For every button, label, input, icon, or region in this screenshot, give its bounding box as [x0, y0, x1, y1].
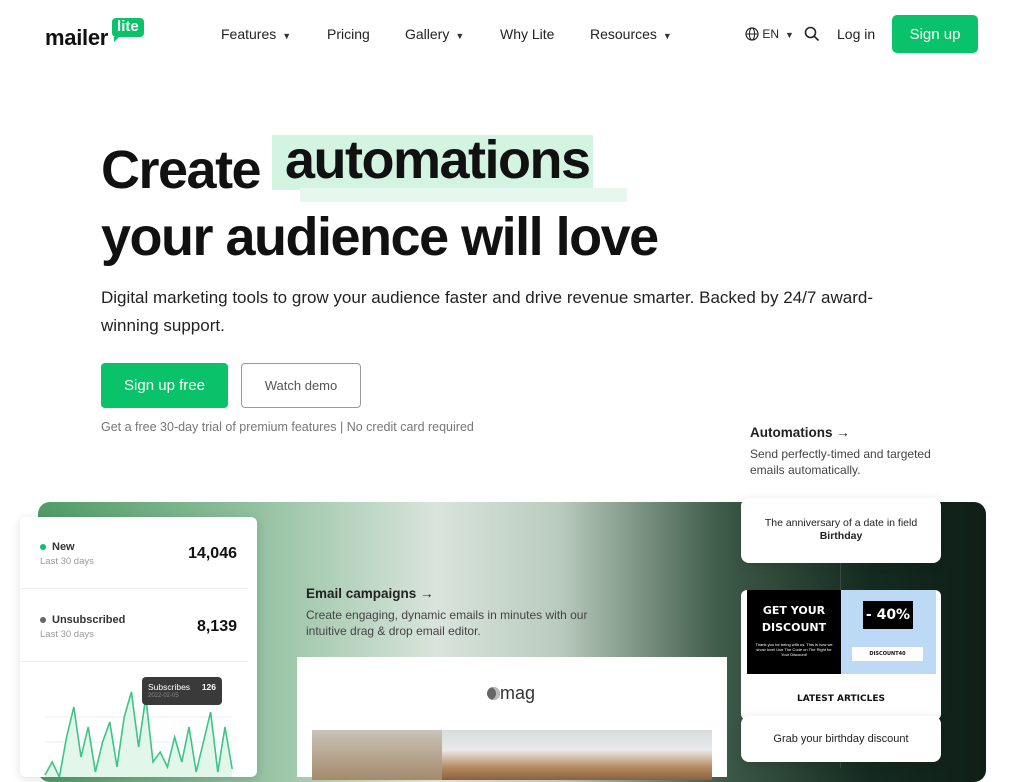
nav-label: Pricing — [327, 26, 370, 42]
language-label: EN — [762, 27, 780, 41]
stat-value: 8,139 — [196, 618, 237, 635]
automations-link[interactable]: Automations → — [750, 425, 850, 440]
hero-title-highlight: automations — [285, 130, 591, 190]
hero-subtitle: Digital marketing tools to grow your aud… — [101, 288, 874, 335]
email-body: Thank you for being with us. This is how… — [755, 642, 833, 657]
nav-label: Why Lite — [500, 26, 555, 42]
language-selector[interactable]: EN ▼ — [745, 27, 794, 41]
chevron-down-icon: ▼ — [662, 31, 672, 41]
stat-label: Unsubscribed — [52, 614, 126, 626]
chevron-down-icon: ▼ — [785, 30, 794, 40]
brand-text: mag — [500, 683, 536, 703]
signup-button[interactable]: Sign up — [892, 15, 978, 53]
discount-left: GET YOUR DISCOUNT Thank you for being wi… — [747, 590, 841, 674]
discount-value: - 40% — [863, 601, 913, 629]
action-card: Grab your birthday discount — [741, 716, 941, 762]
trial-note: Get a free 30-day trial of premium featu… — [101, 420, 474, 434]
email-heading: GET YOUR DISCOUNT — [761, 604, 827, 634]
nav-gallery[interactable]: Gallery ▼ — [405, 26, 464, 42]
logo-text: mailer — [45, 25, 109, 50]
trigger-card: The anniversary of a date in field Birthd… — [741, 498, 941, 563]
divider — [20, 588, 248, 589]
email-campaigns-desc: Create engaging, dynamic emails in minut… — [306, 608, 588, 638]
tooltip-date: 2022-02-05 — [148, 693, 179, 699]
logo-badge: lite — [112, 18, 144, 42]
nav-features[interactable]: Features ▼ — [221, 26, 291, 42]
stat-unsubscribed: Unsubscribed Last 30 days 8,139 — [40, 614, 257, 640]
watch-demo-button[interactable]: Watch demo — [241, 363, 361, 408]
email-preview: mag — [297, 657, 727, 780]
trigger-field: Birthday — [819, 530, 863, 542]
tooltip-label: Subscribes — [148, 682, 191, 692]
stat-value: 14,046 — [188, 545, 237, 562]
mag-logo: mag — [487, 683, 535, 704]
chevron-down-icon: ▼ — [455, 31, 465, 41]
chart-tooltip: Subscribes 126 2022-02-05 — [142, 677, 222, 705]
nav-resources[interactable]: Resources ▼ — [590, 26, 672, 42]
stat-new: New Last 30 days 14,046 — [40, 541, 257, 567]
tooltip-value: 126 — [201, 682, 216, 692]
nav-label: Resources — [590, 26, 657, 42]
divider — [20, 661, 248, 662]
login-link[interactable]: Log in — [837, 26, 875, 42]
stat-label: New — [52, 541, 75, 553]
nav-label: Gallery — [405, 26, 450, 42]
stats-card: New Last 30 days 14,046 Unsubscribed Las… — [20, 517, 257, 777]
logo[interactable]: mailer lite — [45, 18, 144, 51]
hero-title-pre: Create — [101, 140, 262, 200]
discount-right: - 40% DISCOUNT40 — [841, 590, 936, 674]
moon-icon — [487, 687, 500, 700]
building-image — [312, 730, 712, 780]
chevron-down-icon: ▼ — [282, 31, 292, 41]
nav-why-lite[interactable]: Why Lite — [500, 26, 554, 42]
hero-title-line2: your audience will love — [101, 207, 659, 267]
trigger-text: The anniversary of a date in field — [764, 517, 918, 529]
automations-desc: Send perfectly-timed and targeted emails… — [750, 447, 931, 477]
status-dot — [40, 617, 46, 624]
search-icon[interactable] — [804, 26, 820, 42]
globe-icon — [745, 27, 759, 41]
status-dot — [40, 544, 46, 551]
email-template: GET YOUR DISCOUNT Thank you for being wi… — [741, 590, 941, 720]
email-campaigns-link[interactable]: Email campaigns → — [306, 586, 434, 601]
nav-pricing[interactable]: Pricing — [327, 26, 370, 42]
nav-label: Features — [221, 26, 277, 42]
articles-heading: LATEST ARTICLES — [797, 694, 885, 704]
signup-free-button[interactable]: Sign up free — [101, 363, 228, 408]
discount-code: DISCOUNT40 — [852, 647, 923, 661]
